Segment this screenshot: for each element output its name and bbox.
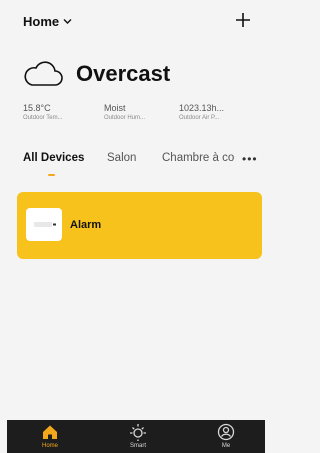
stat-label: Outdoor Air P... xyxy=(179,115,220,121)
device-name: Alarm xyxy=(70,219,102,231)
nav-label: Smart xyxy=(129,443,146,449)
bottom-nav: Home Smart Me xyxy=(7,420,265,453)
weather-summary: Overcast xyxy=(22,60,170,88)
home-label: Home xyxy=(23,14,60,29)
top-bar: Home xyxy=(0,0,265,48)
stat-label: Outdoor Hum... xyxy=(104,115,146,121)
alarm-device-icon xyxy=(34,222,56,227)
nav-home[interactable]: Home xyxy=(25,420,75,453)
chevron-down-icon xyxy=(63,19,72,24)
stat-value: Moist xyxy=(104,103,126,113)
stat-value: 15.8°C xyxy=(23,103,51,113)
plus-icon[interactable] xyxy=(233,10,253,30)
stat-air-pressure: 1023.13h... Outdoor Air P... xyxy=(179,103,224,121)
stat-humidity: Moist Outdoor Hum... xyxy=(104,103,145,121)
device-thumbnail xyxy=(26,208,62,241)
nav-label: Me xyxy=(221,443,231,449)
home-icon xyxy=(43,425,57,439)
more-icon[interactable]: ••• xyxy=(242,152,258,166)
sun-icon xyxy=(130,424,146,441)
tab-salon[interactable]: Salon xyxy=(107,152,136,164)
nav-label: Home xyxy=(41,443,58,449)
tab-chambre[interactable]: Chambre à co xyxy=(162,152,234,164)
nav-me[interactable]: Me xyxy=(201,420,251,453)
room-tabs: All Devices Salon Chambre à co xyxy=(0,148,265,178)
nav-smart[interactable]: Smart xyxy=(113,420,163,453)
active-tab-indicator xyxy=(48,174,55,176)
weather-condition: Overcast xyxy=(76,61,171,86)
stat-temperature: 15.8°C Outdoor Tem... xyxy=(23,103,63,121)
home-selector[interactable]: Home xyxy=(23,14,72,29)
weather-stats: 15.8°C Outdoor Tem... Moist Outdoor Hum.… xyxy=(23,103,263,133)
tab-all-devices[interactable]: All Devices xyxy=(23,152,84,164)
stat-value: 1023.13h... xyxy=(179,103,225,113)
device-card-alarm[interactable]: Alarm xyxy=(17,192,262,259)
profile-icon xyxy=(217,423,235,441)
cloud-icon xyxy=(24,61,63,86)
stat-label: Outdoor Tem... xyxy=(23,115,63,121)
